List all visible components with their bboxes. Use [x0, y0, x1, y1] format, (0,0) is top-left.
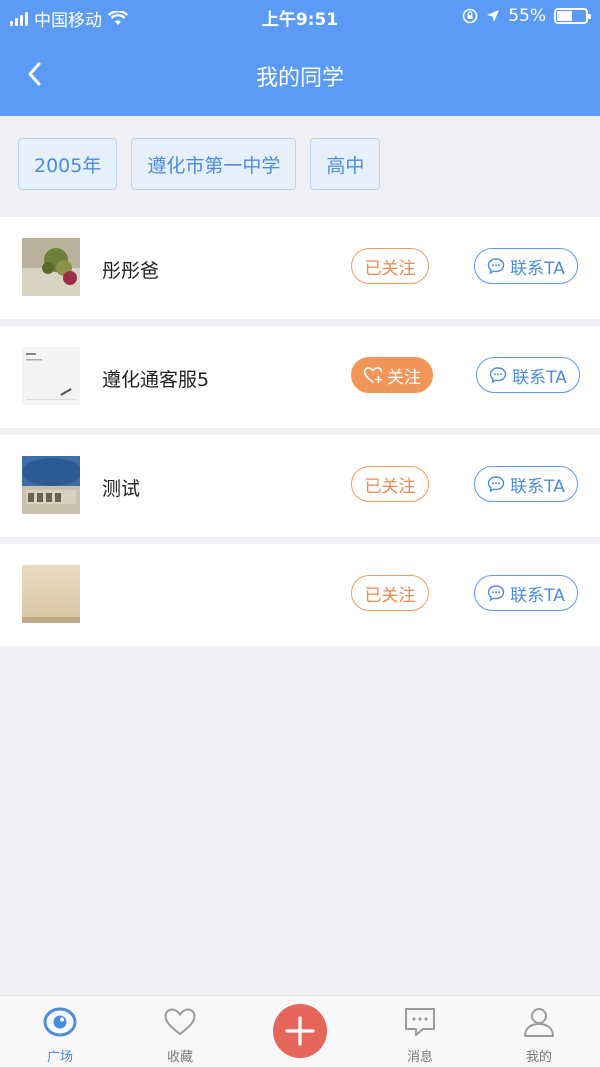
avatar — [22, 347, 80, 405]
contact-button[interactable]: 联系TA — [474, 466, 578, 502]
avatar — [22, 565, 80, 623]
chat-icon — [405, 1008, 435, 1036]
list-item[interactable]: 遵化通客服5 关注 联系TA — [0, 326, 600, 428]
publish-button[interactable] — [273, 1004, 327, 1058]
chat-bubble-icon — [487, 585, 505, 602]
tab-square[interactable]: 广场 — [20, 1004, 100, 1065]
classmate-name: 测试 — [102, 478, 141, 500]
avatar — [22, 456, 80, 514]
contact-button[interactable]: 联系TA — [474, 248, 578, 284]
tab-label: 消息 — [406, 1050, 433, 1065]
classmate-list: 彤彤爸 已关注 联系TA 遵化通客服5 关注 联系TA 测试 已关注 联系TA … — [0, 217, 600, 653]
battery-icon — [554, 8, 591, 24]
heart-plus-icon — [363, 366, 383, 384]
list-item[interactable]: 已关注 联系TA — [0, 544, 600, 646]
tab-mine[interactable]: 我的 — [499, 1004, 579, 1065]
filter-level[interactable]: 高中 — [310, 138, 381, 190]
follow-label: 已关注 — [364, 476, 416, 497]
follow-label: 已关注 — [364, 585, 416, 606]
following-button[interactable]: 已关注 — [351, 466, 429, 502]
user-icon — [524, 1008, 554, 1037]
page-title: 我的同学 — [255, 66, 344, 91]
contact-label: 联系TA — [510, 476, 565, 497]
contact-label: 联系TA — [510, 258, 565, 279]
tab-label: 广场 — [46, 1050, 73, 1065]
tab-label: 我的 — [525, 1050, 552, 1065]
contact-label: 联系TA — [512, 367, 567, 388]
contact-label: 联系TA — [510, 585, 565, 606]
avatar — [22, 238, 80, 296]
classmate-name: 遵化通客服5 — [102, 369, 210, 391]
heart-icon — [164, 1008, 196, 1036]
location-icon — [487, 10, 500, 22]
status-right: 55% — [462, 6, 591, 26]
follow-label: 已关注 — [364, 258, 416, 279]
following-button[interactable]: 已关注 — [351, 248, 429, 284]
plus-icon — [285, 1016, 315, 1046]
rotation-lock-icon — [462, 8, 478, 24]
chat-bubble-icon — [489, 367, 507, 384]
list-item[interactable]: 彤彤爸 已关注 联系TA — [0, 217, 600, 319]
following-button[interactable]: 已关注 — [351, 575, 429, 611]
tab-label: 收藏 — [166, 1050, 193, 1065]
status-bar: 中国移动 上午9:51 55% — [0, 0, 600, 32]
follow-label: 关注 — [387, 367, 421, 388]
follow-button[interactable]: 关注 — [351, 357, 433, 393]
classmate-name: 彤彤爸 — [102, 260, 160, 282]
filter-year[interactable]: 2005年 — [18, 138, 118, 190]
battery-percent: 55% — [508, 6, 546, 26]
contact-button[interactable]: 联系TA — [474, 575, 578, 611]
contact-button[interactable]: 联系TA — [476, 357, 580, 393]
tab-favorites[interactable]: 收藏 — [140, 1004, 220, 1065]
eye-icon — [43, 1007, 77, 1037]
chat-bubble-icon — [487, 258, 505, 275]
header: 中国移动 上午9:51 55% 我的同学 — [0, 0, 600, 116]
filter-bar: 2005年 遵化市第一中学 高中 — [18, 138, 381, 190]
chat-bubble-icon — [487, 476, 505, 493]
filter-school[interactable]: 遵化市第一中学 — [131, 138, 297, 190]
list-item[interactable]: 测试 已关注 联系TA — [0, 435, 600, 537]
tab-messages[interactable]: 消息 — [380, 1004, 460, 1065]
